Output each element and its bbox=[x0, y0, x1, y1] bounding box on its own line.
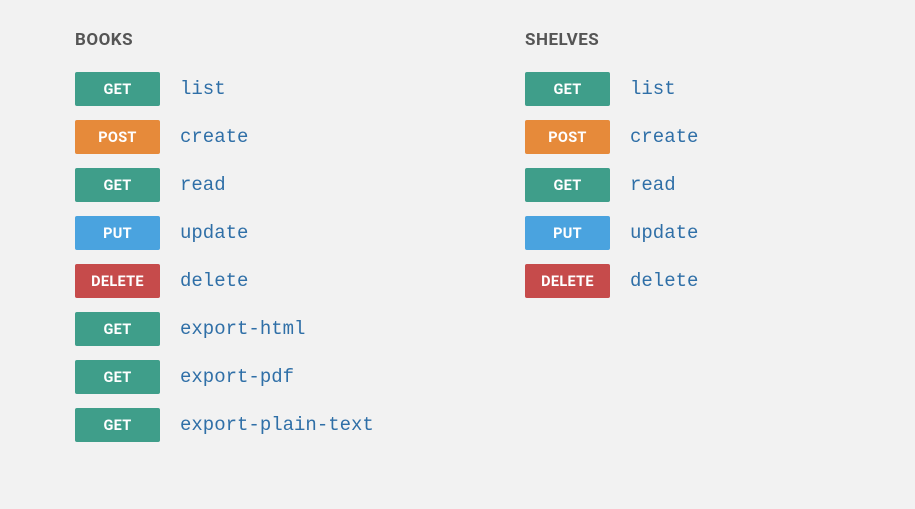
endpoint-link-list[interactable]: list bbox=[630, 78, 676, 100]
section-books: BOOKS GET list POST create GET read PUT … bbox=[75, 30, 425, 442]
endpoint-list-shelves: GET list POST create GET read PUT update… bbox=[525, 72, 875, 298]
endpoint-link-export-plain-text[interactable]: export-plain-text bbox=[180, 414, 374, 436]
endpoint-link-export-html[interactable]: export-html bbox=[180, 318, 305, 340]
method-badge-put: PUT bbox=[75, 216, 160, 250]
method-badge-get: GET bbox=[525, 72, 610, 106]
section-heading-shelves: SHELVES bbox=[525, 30, 875, 50]
method-badge-get: GET bbox=[75, 72, 160, 106]
endpoint-row: GET list bbox=[75, 72, 425, 106]
method-badge-get: GET bbox=[525, 168, 610, 202]
endpoint-row: DELETE delete bbox=[75, 264, 425, 298]
endpoint-row: GET list bbox=[525, 72, 875, 106]
endpoint-link-delete[interactable]: delete bbox=[630, 270, 698, 292]
endpoint-row: GET read bbox=[525, 168, 875, 202]
section-shelves: SHELVES GET list POST create GET read PU… bbox=[525, 30, 875, 442]
endpoint-link-read[interactable]: read bbox=[180, 174, 226, 196]
method-badge-post: POST bbox=[75, 120, 160, 154]
endpoint-row: DELETE delete bbox=[525, 264, 875, 298]
endpoint-link-update[interactable]: update bbox=[630, 222, 698, 244]
method-badge-get: GET bbox=[75, 360, 160, 394]
endpoint-link-read[interactable]: read bbox=[630, 174, 676, 196]
endpoint-link-list[interactable]: list bbox=[180, 78, 226, 100]
endpoint-row: POST create bbox=[75, 120, 425, 154]
endpoint-row: GET export-html bbox=[75, 312, 425, 346]
endpoint-link-update[interactable]: update bbox=[180, 222, 248, 244]
endpoint-link-export-pdf[interactable]: export-pdf bbox=[180, 366, 294, 388]
method-badge-get: GET bbox=[75, 312, 160, 346]
endpoint-link-create[interactable]: create bbox=[180, 126, 248, 148]
endpoint-row: GET read bbox=[75, 168, 425, 202]
method-badge-delete: DELETE bbox=[525, 264, 610, 298]
method-badge-delete: DELETE bbox=[75, 264, 160, 298]
endpoint-row: GET export-plain-text bbox=[75, 408, 425, 442]
method-badge-post: POST bbox=[525, 120, 610, 154]
endpoint-row: GET export-pdf bbox=[75, 360, 425, 394]
method-badge-get: GET bbox=[75, 168, 160, 202]
section-heading-books: BOOKS bbox=[75, 30, 425, 50]
endpoint-link-create[interactable]: create bbox=[630, 126, 698, 148]
endpoint-row: PUT update bbox=[525, 216, 875, 250]
method-badge-put: PUT bbox=[525, 216, 610, 250]
endpoint-link-delete[interactable]: delete bbox=[180, 270, 248, 292]
endpoint-list-books: GET list POST create GET read PUT update… bbox=[75, 72, 425, 442]
endpoint-row: PUT update bbox=[75, 216, 425, 250]
method-badge-get: GET bbox=[75, 408, 160, 442]
api-sections: BOOKS GET list POST create GET read PUT … bbox=[75, 30, 840, 442]
endpoint-row: POST create bbox=[525, 120, 875, 154]
